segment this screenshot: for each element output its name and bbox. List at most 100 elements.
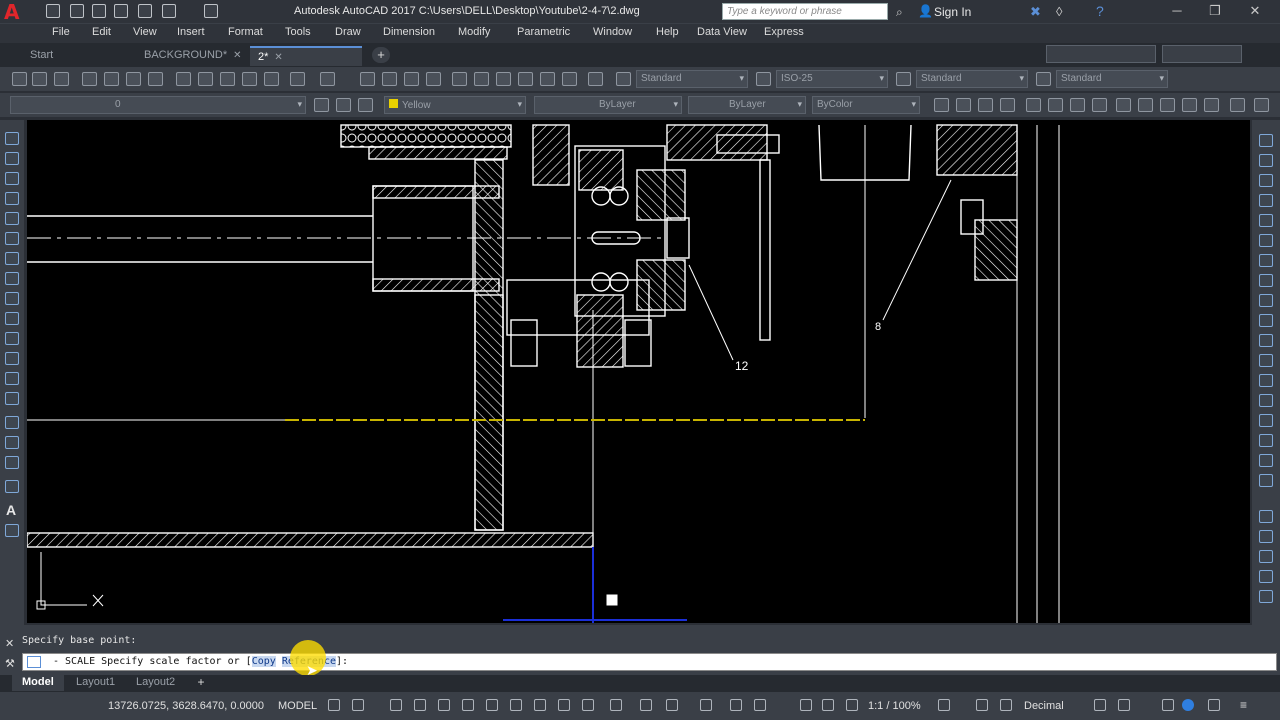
table-style-icon[interactable] [896,72,911,86]
multileader-style-icon[interactable] [1036,72,1051,86]
baseline-icon[interactable] [1138,98,1153,112]
lock-ui-icon[interactable] [1118,699,1130,711]
menu-insert[interactable]: Insert [177,26,205,38]
autoscale-icon[interactable] [754,699,766,711]
drawing-canvas[interactable]: 12 8 [27,120,1250,623]
markup-icon[interactable] [540,72,555,86]
bring-above-icon[interactable] [1259,570,1273,583]
dimension-space-icon[interactable] [1182,98,1197,112]
zoom-previous-icon[interactable] [426,72,441,86]
isodraft-icon[interactable] [486,699,498,711]
jogged-icon[interactable] [1048,98,1063,112]
tab-layout2[interactable]: Layout2 [126,675,185,691]
design-center-icon[interactable] [474,72,489,86]
save-icon[interactable] [92,4,106,18]
text-style-dropdown[interactable]: Standard [636,70,748,88]
dynamic-input-icon[interactable] [414,699,426,711]
menu-tools[interactable]: Tools [285,26,311,38]
object-snap-tracking-icon[interactable] [510,699,522,711]
menu-express[interactable]: Express [764,26,804,38]
copy-object-icon[interactable] [1259,154,1273,167]
paste-icon[interactable] [220,72,235,86]
new-tab-button[interactable]: + [372,47,390,63]
center-mark-icon[interactable] [1254,98,1269,112]
mirror-icon[interactable] [1259,174,1273,187]
linear-dimension-icon[interactable] [934,98,949,112]
save-icon[interactable] [54,72,69,86]
option-copy[interactable]: Copy [251,656,276,667]
model-space-toggle[interactable]: MODEL [278,700,317,712]
arc-icon[interactable] [5,232,19,245]
zoom-window-icon[interactable] [404,72,419,86]
binoculars-icon[interactable]: ⌕ [896,5,903,20]
plot-icon[interactable] [114,4,128,18]
coordinate-readout[interactable]: 13726.0725, 3628.6470, 0.0000 [108,700,264,712]
search-input[interactable]: Type a keyword or phrase [722,3,888,20]
color-dropdown[interactable]: Yellow [384,96,526,114]
array-icon[interactable] [1259,214,1273,227]
tab-model[interactable]: Model [12,675,64,691]
workspace-switch-icon[interactable] [822,699,834,711]
customize-icon[interactable]: ⚒ [5,657,15,670]
redo-icon[interactable] [320,72,335,86]
close-icon[interactable]: ✕ [1246,3,1264,19]
infer-constraints-icon[interactable] [390,699,402,711]
region-icon[interactable] [5,456,19,469]
open-icon[interactable] [32,72,47,86]
command-prompt-icon[interactable] [27,656,41,668]
spline-icon[interactable] [5,292,19,305]
annotation-scale-icon[interactable] [800,699,812,711]
undo-icon[interactable] [290,72,305,86]
annotation-scale-readout[interactable]: 1:1 / 100% [868,700,921,712]
snap-icon[interactable] [352,699,364,711]
quickcalc-icon[interactable] [562,72,577,86]
extend-icon[interactable] [1259,334,1273,347]
hardware-acceleration-icon[interactable] [1162,699,1174,711]
ellipse-arc-icon[interactable] [5,332,19,345]
object-snap-icon[interactable] [534,699,546,711]
menu-parametric[interactable]: Parametric [517,26,570,38]
ordinate-icon[interactable] [1000,98,1015,112]
move-icon[interactable] [1259,234,1273,247]
gradient-icon[interactable] [5,436,19,449]
draw-order-icon[interactable] [1259,510,1273,523]
menu-edit[interactable]: Edit [92,26,111,38]
quick-dimension-icon[interactable] [1116,98,1131,112]
isolate-icon[interactable] [1000,699,1012,711]
send-to-back-icon[interactable] [1259,550,1273,563]
help-icon[interactable] [588,72,603,86]
explode-icon[interactable] [1259,474,1273,487]
close-icon[interactable]: ✕ [5,637,14,650]
angular-icon[interactable] [1092,98,1107,112]
offset-icon[interactable] [1259,194,1273,207]
exchange-icon[interactable]: ✖ [1030,4,1041,20]
plus-icon[interactable] [976,699,988,711]
aligned-dimension-icon[interactable] [956,98,971,112]
grid-icon[interactable] [328,699,340,711]
fillet-icon[interactable] [1259,434,1273,447]
transparency-icon[interactable] [582,699,594,711]
dim-style-icon[interactable] [756,72,771,86]
pan-icon[interactable] [360,72,375,86]
lineweight-dropdown[interactable]: ByLayer [688,96,806,114]
circle-icon[interactable] [5,252,19,265]
multiline-text-icon[interactable]: A [6,502,16,518]
publish-icon[interactable] [126,72,141,86]
layer-previous-icon[interactable] [336,98,351,112]
dimension-break-icon[interactable] [1204,98,1219,112]
erase-icon[interactable] [1259,134,1273,147]
menu-file[interactable]: File [52,26,70,38]
radius-icon[interactable] [1026,98,1041,112]
insert-block-icon[interactable] [5,352,19,365]
construction-line-icon[interactable] [5,152,19,165]
trim-icon[interactable] [1259,314,1273,327]
viewport-controls-toolbar[interactable] [1046,45,1156,63]
layer-dropdown[interactable]: 0 [10,96,306,114]
3d-print-icon[interactable] [148,72,163,86]
properties-icon[interactable] [452,72,467,86]
rectangle-icon[interactable] [5,212,19,225]
command-input[interactable]: - SCALE Specify scale factor or [Copy Re… [22,653,1277,671]
menu-help[interactable]: Help [656,26,679,38]
line-icon[interactable] [5,132,19,145]
menu-modify[interactable]: Modify [458,26,490,38]
